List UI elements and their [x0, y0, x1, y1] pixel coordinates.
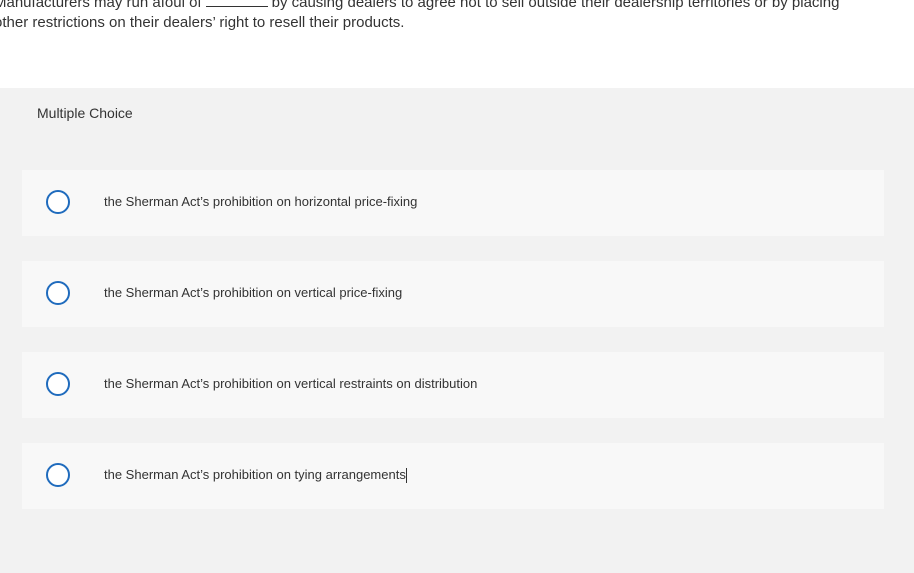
- radio-button-icon[interactable]: [46, 190, 70, 214]
- question-text-after-blank: by causing dealers to agree not to sell …: [271, 0, 840, 11]
- answer-option-label-with-caret: the Sherman Act’s prohibition on tying a…: [104, 467, 407, 484]
- answer-option-4[interactable]: the Sherman Act’s prohibition on tying a…: [22, 443, 884, 509]
- answer-option-3[interactable]: the Sherman Act’s prohibition on vertica…: [22, 352, 884, 418]
- answer-blank: [205, 0, 268, 7]
- answer-option-label: the Sherman Act’s prohibition on tying a…: [104, 467, 406, 482]
- text-cursor-icon: [405, 468, 407, 484]
- answer-option-label: the Sherman Act’s prohibition on horizon…: [104, 194, 418, 209]
- question-text-before-blank: Manufacturers may run afoul of: [0, 0, 202, 11]
- question-type-header: Multiple Choice: [0, 88, 914, 138]
- answer-option-label: the Sherman Act’s prohibition on vertica…: [104, 376, 478, 391]
- answer-option-1[interactable]: the Sherman Act’s prohibition on horizon…: [22, 170, 884, 236]
- radio-button-icon[interactable]: [46, 281, 70, 305]
- answer-option-2[interactable]: the Sherman Act’s prohibition on vertica…: [22, 261, 884, 327]
- radio-button-icon[interactable]: [46, 463, 70, 487]
- question-type-label: Multiple Choice: [37, 105, 133, 121]
- answer-options-area: the Sherman Act’s prohibition on horizon…: [0, 138, 914, 573]
- radio-button-icon[interactable]: [46, 372, 70, 396]
- question-line-2: other restrictions on their dealers’ rig…: [0, 14, 405, 31]
- question-line-1: Manufacturers may run afoul of by causing…: [0, 0, 900, 13]
- answer-option-label: the Sherman Act’s prohibition on vertica…: [104, 285, 403, 300]
- question-text: Manufacturers may run afoul of by causing…: [0, 0, 900, 33]
